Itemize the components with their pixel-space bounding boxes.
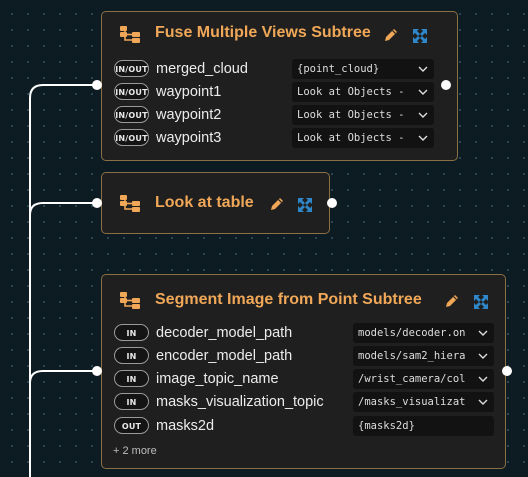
node-title: Segment Image from Point Subtree — [155, 291, 422, 308]
wire-to-segment-node — [29, 370, 97, 477]
param-value-field[interactable]: {masks2d} — [353, 416, 494, 436]
segment-image-node[interactable]: Segment Image from Point Subtree IN deco… — [101, 274, 506, 469]
pencil-icon[interactable] — [383, 27, 399, 43]
direction-badge: IN — [114, 393, 149, 410]
output-port[interactable] — [502, 366, 512, 376]
direction-badge: IN — [114, 370, 149, 387]
param-name: masks2d — [156, 418, 215, 434]
param-row: IN decoder_model_path models/decoder.on — [114, 323, 496, 343]
param-name: merged_cloud — [156, 61, 248, 77]
param-value-select[interactable]: models/decoder.on — [353, 323, 494, 343]
param-row: IN/OUT waypoint3 Look at Objects - — [114, 128, 444, 148]
wire-to-fuse-node — [29, 84, 97, 477]
param-name: waypoint1 — [156, 84, 222, 100]
param-value: models/sam2_hiera — [358, 350, 466, 362]
output-port[interactable] — [441, 80, 451, 90]
chevron-down-icon — [472, 323, 494, 343]
param-name: waypoint2 — [156, 107, 222, 123]
expand-icon[interactable] — [473, 294, 489, 310]
param-value-select[interactable]: Look at Objects - — [292, 82, 434, 102]
param-value: {point_cloud} — [297, 63, 380, 75]
param-row: IN encoder_model_path models/sam2_hiera — [114, 346, 496, 366]
param-value: Look at Objects - — [297, 132, 405, 144]
param-value: Look at Objects - — [297, 86, 405, 98]
node-header[interactable]: Segment Image from Point Subtree — [102, 275, 505, 319]
param-value: /masks_visualizat — [358, 396, 466, 408]
param-value: Look at Objects - — [297, 109, 405, 121]
input-port[interactable] — [92, 366, 102, 376]
subtree-icon — [120, 26, 140, 43]
param-value: {masks2d} — [358, 420, 415, 432]
pencil-icon[interactable] — [444, 293, 460, 309]
input-port[interactable] — [92, 80, 102, 90]
more-params-link[interactable]: + 2 more — [113, 445, 157, 457]
param-row: IN/OUT waypoint1 Look at Objects - — [114, 82, 444, 102]
chevron-down-icon — [412, 128, 434, 148]
chevron-down-icon — [412, 82, 434, 102]
param-name: waypoint3 — [156, 130, 222, 146]
look-at-table-node[interactable]: Look at table — [101, 172, 330, 234]
output-port[interactable] — [327, 198, 337, 208]
wire-to-look-node — [29, 202, 97, 477]
expand-icon[interactable] — [412, 28, 428, 44]
node-title: Fuse Multiple Views Subtree — [155, 24, 371, 41]
param-value: /wrist_camera/col — [358, 373, 466, 385]
direction-badge: IN — [114, 324, 149, 341]
node-header[interactable]: Look at table — [102, 173, 329, 233]
chevron-down-icon — [472, 392, 494, 412]
param-value-select[interactable]: models/sam2_hiera — [353, 346, 494, 366]
subtree-icon — [120, 292, 140, 309]
direction-badge: IN/OUT — [114, 129, 149, 146]
direction-badge: IN/OUT — [114, 60, 149, 77]
input-port[interactable] — [92, 198, 102, 208]
direction-badge: IN/OUT — [114, 83, 149, 100]
fuse-multiple-views-node[interactable]: Fuse Multiple Views Subtree IN/OUT merge… — [101, 11, 458, 161]
param-row: IN image_topic_name /wrist_camera/col — [114, 369, 496, 389]
direction-badge: IN/OUT — [114, 106, 149, 123]
chevron-down-icon — [412, 59, 434, 79]
pencil-icon[interactable] — [269, 196, 285, 212]
param-value-select[interactable]: /masks_visualizat — [353, 392, 494, 412]
param-row: IN/OUT merged_cloud {point_cloud} — [114, 59, 444, 79]
chevron-down-icon — [472, 346, 494, 366]
direction-badge: IN — [114, 347, 149, 364]
expand-icon[interactable] — [297, 197, 313, 213]
direction-badge: OUT — [114, 417, 149, 434]
param-value-select[interactable]: {point_cloud} — [292, 59, 434, 79]
chevron-down-icon — [412, 105, 434, 125]
param-name: image_topic_name — [156, 371, 279, 387]
param-row: IN/OUT waypoint2 Look at Objects - — [114, 105, 444, 125]
param-value-select[interactable]: Look at Objects - — [292, 105, 434, 125]
param-name: masks_visualization_topic — [156, 394, 324, 410]
param-value-select[interactable]: /wrist_camera/col — [353, 369, 494, 389]
param-name: decoder_model_path — [156, 325, 293, 341]
param-value-select[interactable]: Look at Objects - — [292, 128, 434, 148]
param-name: encoder_model_path — [156, 348, 293, 364]
chevron-down-icon — [472, 369, 494, 389]
param-row: IN masks_visualization_topic /masks_visu… — [114, 392, 496, 412]
node-title: Look at table — [155, 194, 254, 211]
node-header[interactable]: Fuse Multiple Views Subtree — [102, 12, 457, 56]
subtree-icon — [120, 195, 140, 212]
param-row: OUT masks2d {masks2d} — [114, 416, 496, 436]
param-value: models/decoder.on — [358, 327, 466, 339]
